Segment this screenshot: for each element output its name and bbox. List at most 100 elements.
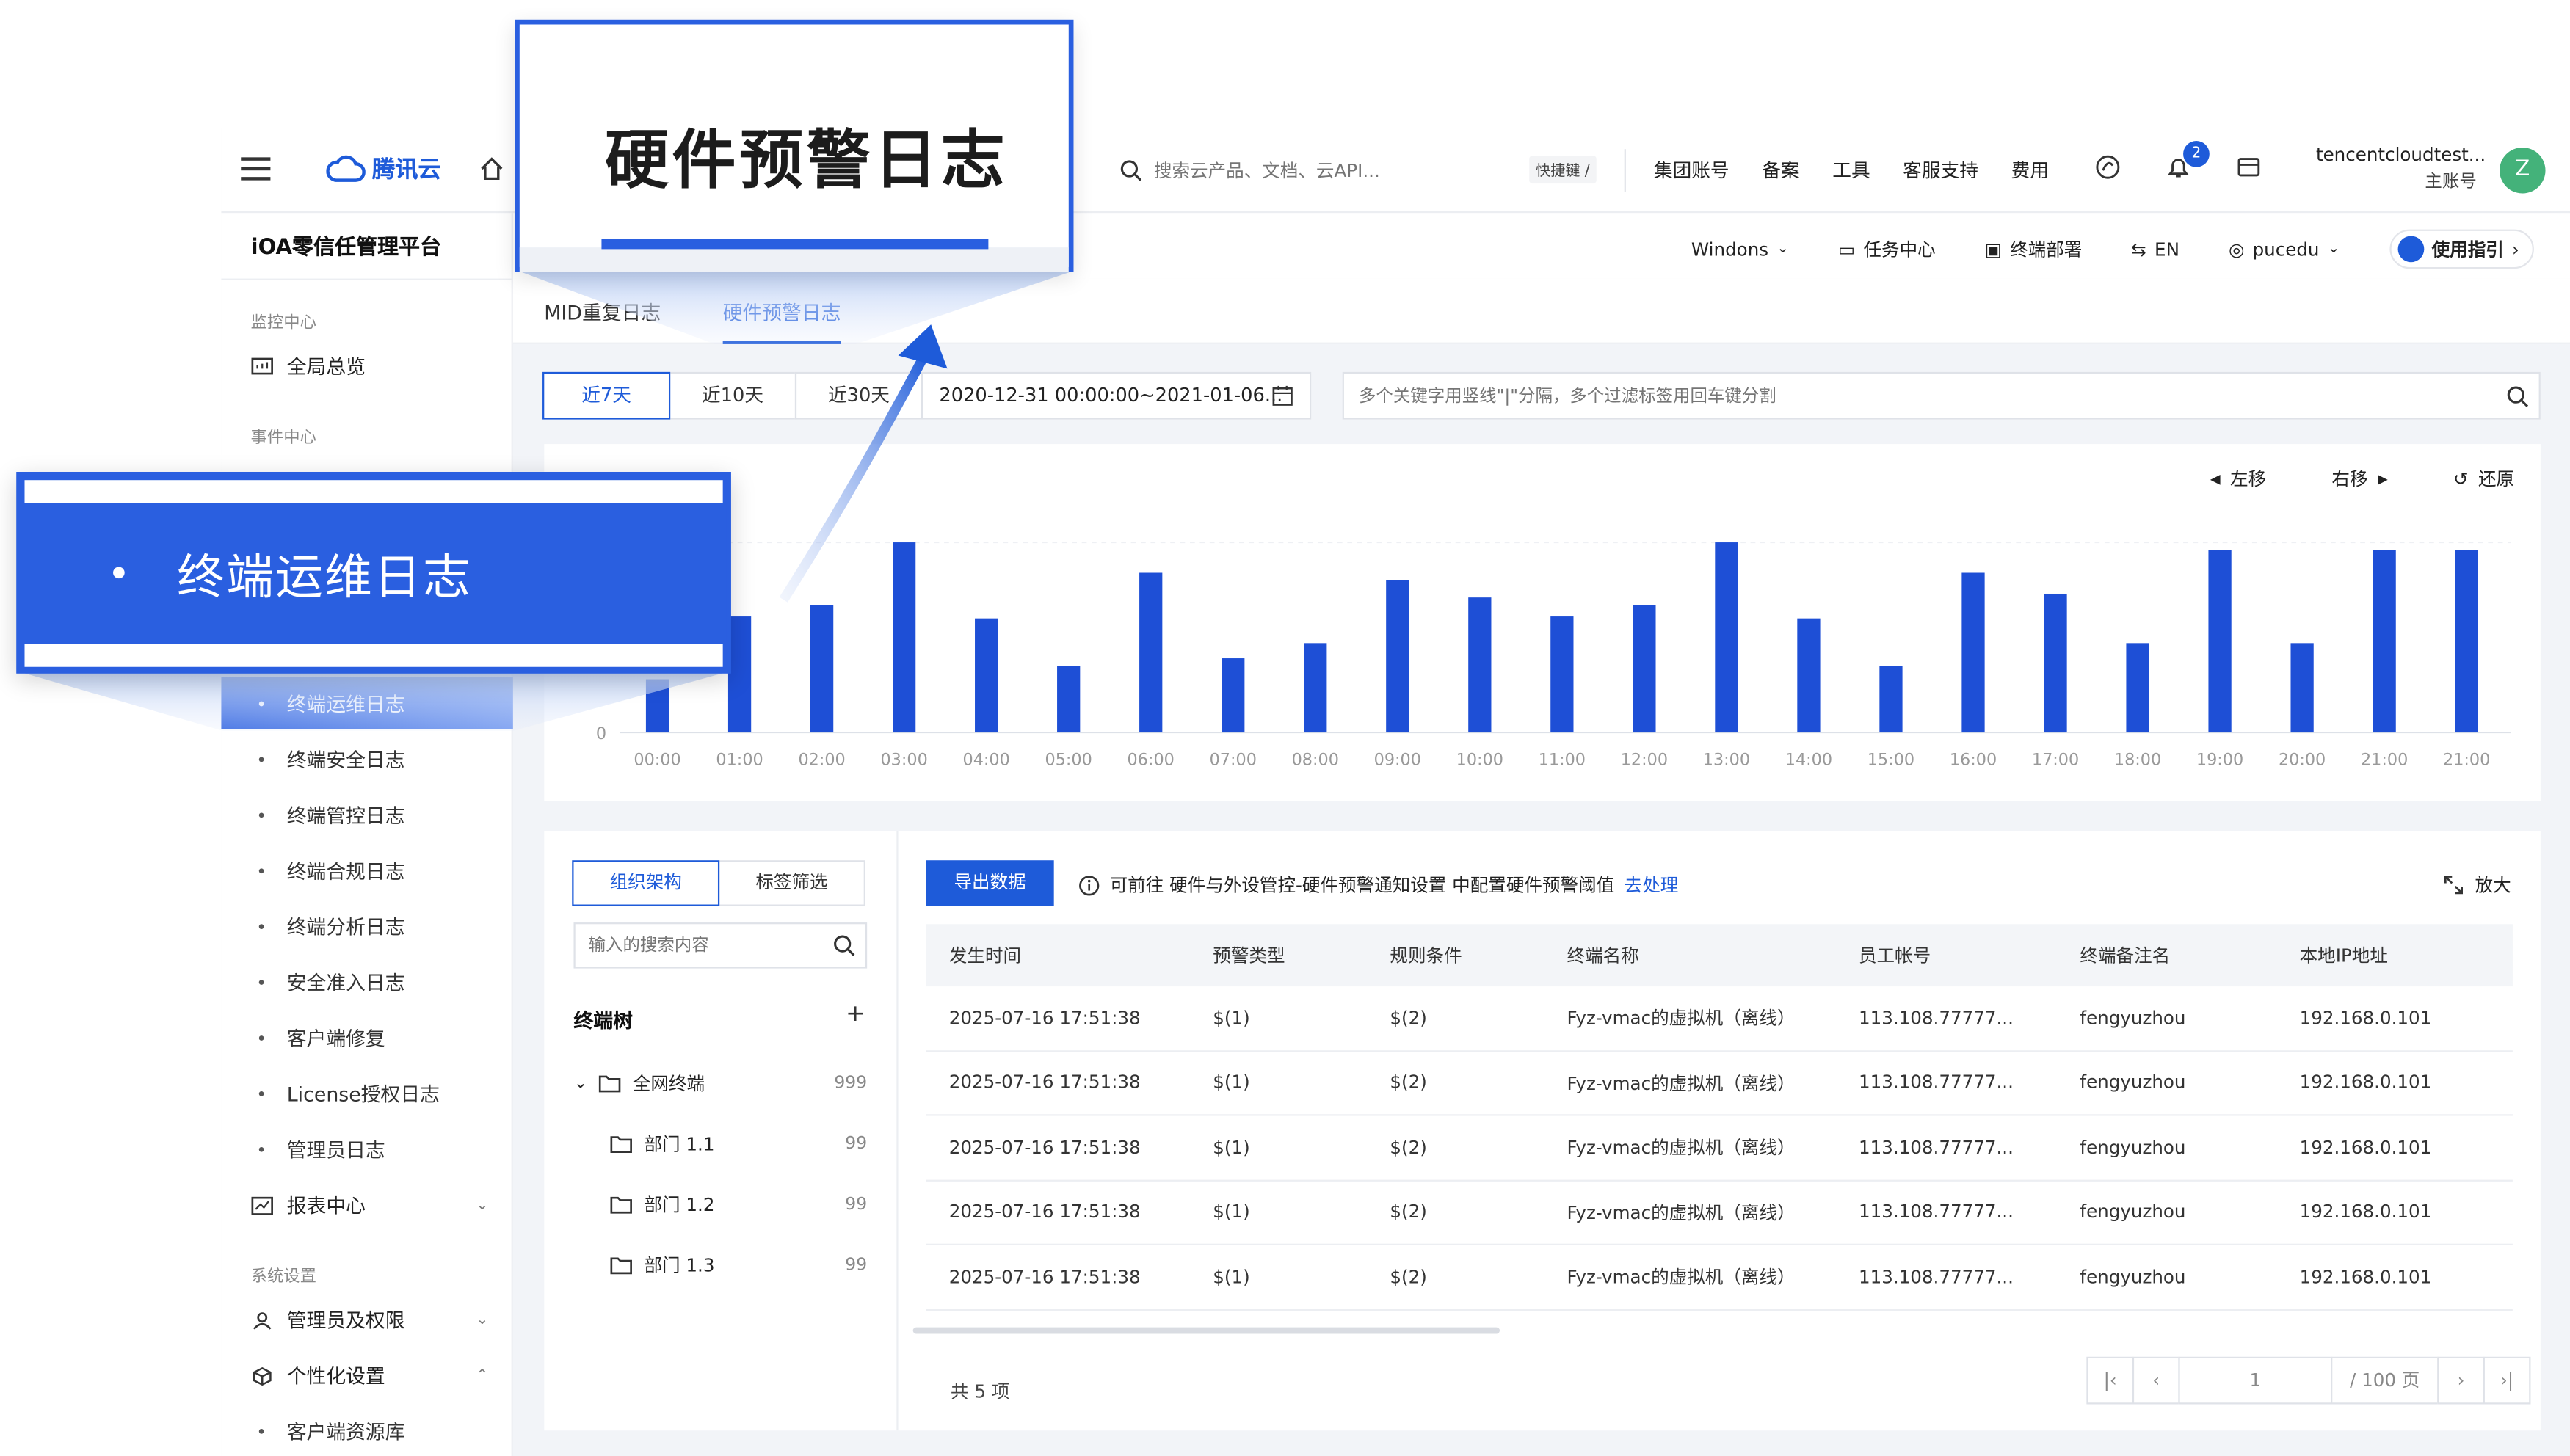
home-icon[interactable] bbox=[479, 156, 505, 182]
date-range-picker[interactable]: 2020-12-31 00:00:00~2021-01-06... bbox=[921, 371, 1312, 420]
task-center-link[interactable]: ▭ 任务中心 bbox=[1838, 236, 1936, 263]
col-employee-account: 员工帐号 bbox=[1858, 945, 1931, 967]
tree-search[interactable] bbox=[573, 922, 868, 969]
chart-bar bbox=[1550, 616, 1574, 733]
cell-local-ip: 192.168.0.101 bbox=[2299, 1137, 2432, 1159]
page-number-input[interactable]: 1 bbox=[2178, 1356, 2333, 1405]
notification-badge: 2 bbox=[2183, 141, 2210, 167]
terminal-deploy-link[interactable]: ▣ 终端部署 bbox=[1985, 236, 2083, 263]
search-icon[interactable] bbox=[2506, 385, 2529, 408]
cell-warning-type: $(1) bbox=[1213, 1201, 1250, 1223]
search-icon[interactable] bbox=[832, 934, 855, 957]
cell-employee-account: 113.108.77777... bbox=[1858, 1201, 2014, 1223]
account-info[interactable]: tencentcloudtest... 主账号 bbox=[2316, 144, 2486, 193]
nav-filing[interactable]: 备案 bbox=[1762, 157, 1799, 183]
os-select[interactable]: Windons ⌄ bbox=[1691, 239, 1789, 260]
tree-node-dept-1-3[interactable]: 部门 1.3 99 bbox=[573, 1252, 867, 1278]
user-menu[interactable]: ◎ pucedu ⌄ bbox=[2229, 239, 2340, 260]
brand-logo[interactable]: 腾讯云 bbox=[326, 153, 441, 186]
chevron-down-icon: ⌄ bbox=[476, 1197, 489, 1214]
eye-icon bbox=[2397, 236, 2424, 263]
cell-time: 2025-07-16 17:51:38 bbox=[948, 1201, 1141, 1223]
keyword-filter[interactable] bbox=[1342, 371, 2541, 420]
callout-ops-log: 终端运维日志 bbox=[16, 472, 731, 674]
tab-mid-duplicate-log[interactable]: MID重复日志 bbox=[544, 298, 661, 326]
tab-hardware-warning-log[interactable]: 硬件预警日志 bbox=[722, 298, 841, 344]
notice-link[interactable]: 去处理 bbox=[1625, 872, 1679, 898]
sidebar-item-report-center[interactable]: 报表中心 ⌄ bbox=[251, 1191, 489, 1219]
guide-button[interactable]: 使用指引 › bbox=[2389, 229, 2534, 269]
horizontal-scrollbar[interactable] bbox=[912, 1327, 1500, 1334]
chevron-down-icon: ⌄ bbox=[476, 1311, 489, 1328]
add-icon[interactable]: + bbox=[846, 1001, 865, 1027]
sidebar-item-client-resources[interactable]: 客户端资源库 bbox=[251, 1417, 405, 1445]
expand-button[interactable]: 放大 bbox=[2444, 872, 2511, 898]
range-30-days[interactable]: 近30天 bbox=[794, 371, 923, 420]
table-row[interactable]: 2025-07-16 17:51:38 $(1) $(2) Fyz-vmac的虚… bbox=[926, 1181, 2513, 1245]
cell-employee-account: 113.108.77777... bbox=[1858, 1266, 2014, 1288]
tree-node-dept-1-1[interactable]: 部门 1.1 99 bbox=[573, 1131, 867, 1157]
table-row[interactable]: 2025-07-16 17:51:38 $(1) $(2) Fyz-vmac的虚… bbox=[926, 1245, 2513, 1311]
x-tick-label: 05:00 bbox=[1045, 751, 1092, 770]
export-button[interactable]: 导出数据 bbox=[926, 860, 1054, 906]
nav-support[interactable]: 客服支持 bbox=[1903, 157, 1978, 183]
keyword-filter-input[interactable] bbox=[1343, 374, 2459, 418]
sidebar-item-analysis-log[interactable]: 终端分析日志 bbox=[251, 913, 405, 941]
next-page-button[interactable]: › bbox=[2437, 1356, 2485, 1405]
sidebar-item-client-repair[interactable]: 客户端修复 bbox=[251, 1024, 385, 1052]
x-tick-label: 15:00 bbox=[1867, 751, 1914, 770]
table-area: 导出数据 可前往 硬件与外设管控-硬件预警通知设置 中配置硬件预警阈值 去处理 … bbox=[899, 831, 2541, 1430]
sidebar-item-compliance-log[interactable]: 终端合规日志 bbox=[251, 857, 405, 885]
nav-tools[interactable]: 工具 bbox=[1832, 157, 1870, 183]
first-page-button[interactable]: |‹ bbox=[2086, 1356, 2135, 1405]
chevron-down-icon[interactable]: ⌄ bbox=[573, 1074, 598, 1093]
avatar[interactable]: Z bbox=[2500, 147, 2546, 194]
list-card: 组织架构 标签筛选 终端树 + ⌄ 全网终端 999 部门 1.1 99 bbox=[544, 831, 2541, 1431]
callout-underline bbox=[601, 239, 989, 250]
sidebar-item-ops-log[interactable]: 终端运维日志 bbox=[221, 677, 513, 729]
sidebar-item-admin-log[interactable]: 管理员日志 bbox=[251, 1135, 385, 1163]
shift-left-button[interactable]: ◀ 左移 bbox=[2210, 465, 2266, 492]
range-7-days[interactable]: 近7天 bbox=[542, 371, 671, 420]
x-tick-label: 04:00 bbox=[963, 751, 1010, 770]
cart-icon[interactable] bbox=[2236, 154, 2262, 181]
nav-group-account[interactable]: 集团账号 bbox=[1654, 157, 1729, 183]
menu-icon[interactable] bbox=[241, 157, 271, 181]
sidebar-item-security-log[interactable]: 终端安全日志 bbox=[251, 746, 405, 774]
sidebar-item-label: 终端合规日志 bbox=[286, 860, 405, 884]
bell-button[interactable]: 2 bbox=[2166, 141, 2210, 181]
sidebar-item-overview[interactable]: 全局总览 bbox=[251, 352, 489, 380]
tree-node-dept-1-2[interactable]: 部门 1.2 99 bbox=[573, 1191, 867, 1217]
cell-rule: $(2) bbox=[1390, 1137, 1427, 1159]
sidebar-item-label: 终端管控日志 bbox=[286, 804, 405, 828]
shift-right-button[interactable]: 右移 ▶ bbox=[2331, 465, 2387, 492]
cube-icon bbox=[253, 1366, 272, 1385]
chart-controls: ◀ 左移 右移 ▶ ↺ 还原 bbox=[2210, 465, 2514, 492]
sidebar-item-control-log[interactable]: 终端管控日志 bbox=[251, 801, 405, 829]
tree-node-all[interactable]: ⌄ 全网终端 999 bbox=[573, 1070, 867, 1096]
chart-bar bbox=[2455, 550, 2478, 733]
callout-title: 硬件预警日志 bbox=[604, 124, 1009, 199]
sidebar-item-access-log[interactable]: 安全准入日志 bbox=[251, 969, 405, 997]
language-switch[interactable]: ⇆ EN bbox=[2131, 239, 2179, 260]
cell-time: 2025-07-16 17:51:38 bbox=[948, 1137, 1141, 1159]
table-row[interactable]: 2025-07-16 17:51:38 $(1) $(2) Fyz-vmac的虚… bbox=[926, 986, 2513, 1052]
tab-tag-filter[interactable]: 标签筛选 bbox=[717, 860, 865, 906]
sidebar-item-personalization[interactable]: 个性化设置 ⌃ bbox=[251, 1361, 488, 1389]
global-search-input[interactable] bbox=[1153, 159, 1515, 181]
platform-title: iOA零信任管理平台 bbox=[250, 236, 442, 261]
tab-org-structure[interactable]: 组织架构 bbox=[572, 860, 720, 906]
table-row[interactable]: 2025-07-16 17:51:38 $(1) $(2) Fyz-vmac的虚… bbox=[926, 1116, 2513, 1181]
sidebar-item-admin-permissions[interactable]: 管理员及权限 ⌄ bbox=[251, 1306, 489, 1334]
range-10-days[interactable]: 近10天 bbox=[668, 371, 797, 420]
cell-warning-type: $(1) bbox=[1213, 1071, 1250, 1093]
prev-page-button[interactable]: ‹ bbox=[2132, 1356, 2180, 1405]
sidebar-item-license-log[interactable]: License授权日志 bbox=[251, 1080, 440, 1107]
table-row[interactable]: 2025-07-16 17:51:38 $(1) $(2) Fyz-vmac的虚… bbox=[926, 1051, 2513, 1116]
last-page-button[interactable]: ›| bbox=[2483, 1356, 2531, 1405]
shuffle-icon[interactable] bbox=[2095, 154, 2121, 181]
reset-button[interactable]: ↺ 还原 bbox=[2453, 465, 2514, 492]
tree-search-input[interactable] bbox=[575, 924, 821, 967]
nav-billing[interactable]: 费用 bbox=[2011, 157, 2049, 183]
cell-terminal-name: Fyz-vmac的虚拟机（离线） bbox=[1567, 1138, 1796, 1160]
